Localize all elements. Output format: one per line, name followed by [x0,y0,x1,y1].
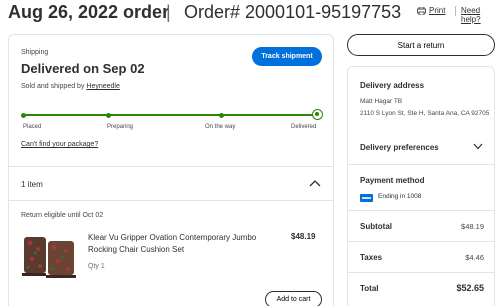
step-label-on-the-way: On the way [205,124,236,130]
print-icon [417,6,426,15]
divider [9,200,333,201]
step-label-delivered: Delivered [291,124,317,130]
track-shipment-button[interactable]: Track shipment [252,47,322,66]
shipping-label: Shipping [21,49,49,56]
chevron-up-icon[interactable] [309,179,321,187]
sold-by-text: Sold and shipped by Heyneedle [21,83,120,90]
item-count: 1 item [21,180,43,189]
sold-prefix: Sold and shipped by [21,83,87,90]
taxes-label: Taxes [360,253,383,262]
card-icon [360,194,373,202]
taxes-value: $4.46 [465,253,484,262]
cant-find-package-link[interactable]: Can't find your package? [21,141,98,148]
order-summary-panel: Delivery address Matt Hagar TB 2110 S Ly… [347,66,495,306]
payment-ending: Ending in 1008 [378,193,422,200]
divider [348,164,494,165]
subtotal-value: $48.19 [461,222,484,231]
product-quantity: Qty 1 [88,263,105,270]
delivery-preferences-toggle[interactable]: Delivery preferences [360,143,439,152]
need-help-link[interactable]: Need help? [461,6,498,24]
product-image[interactable] [22,233,76,281]
payment-method-title: Payment method [360,176,425,185]
step-dot-on-the-way [219,112,224,118]
print-button[interactable]: Print [417,6,445,15]
step-dot-placed [21,112,26,118]
tracking-progress-bar [23,114,316,116]
header-separator: | [166,2,171,22]
address-line: 2110 S Lyon St, Ste H, Santa Ana, CA 927… [360,110,490,117]
step-dot-preparing [106,112,111,118]
header-divider [455,6,456,16]
add-to-cart-button[interactable]: Add to cart [265,291,322,306]
step-label-placed: Placed [23,124,42,130]
product-title[interactable]: Klear Vu Gripper Ovation Contemporary Ju… [88,232,278,256]
product-price: $48.19 [291,232,316,241]
delivery-address-title: Delivery address [360,81,425,90]
shipment-card: Shipping Delivered on Sep 02 Sold and sh… [8,34,334,306]
total-label: Total [360,284,379,293]
step-label-preparing: Preparing [107,124,134,130]
address-name: Matt Hagar TB [360,98,403,105]
start-return-button[interactable]: Start a return [347,34,495,56]
step-dot-delivered [312,109,323,120]
return-eligibility: Return eligible until Oct 02 [21,212,104,219]
divider [9,166,333,167]
order-date-title: Aug 26, 2022 order [8,2,170,22]
divider [348,272,494,273]
print-link[interactable]: Print [429,6,445,15]
total-value: $52.65 [456,283,484,293]
order-number: Order# 2000101-95197753 [184,2,402,22]
delivery-status: Delivered on Sep 02 [21,61,145,76]
divider [348,241,494,242]
divider [348,210,494,211]
subtotal-label: Subtotal [360,222,392,231]
delivery-address: Matt Hagar TB 2110 S Lyon St, Ste H, San… [360,96,490,120]
seller-link[interactable]: Heyneedle [86,83,119,90]
chevron-down-icon[interactable] [473,143,483,150]
order-header: Aug 26, 2022 order | Order# 2000101-9519… [8,2,498,24]
